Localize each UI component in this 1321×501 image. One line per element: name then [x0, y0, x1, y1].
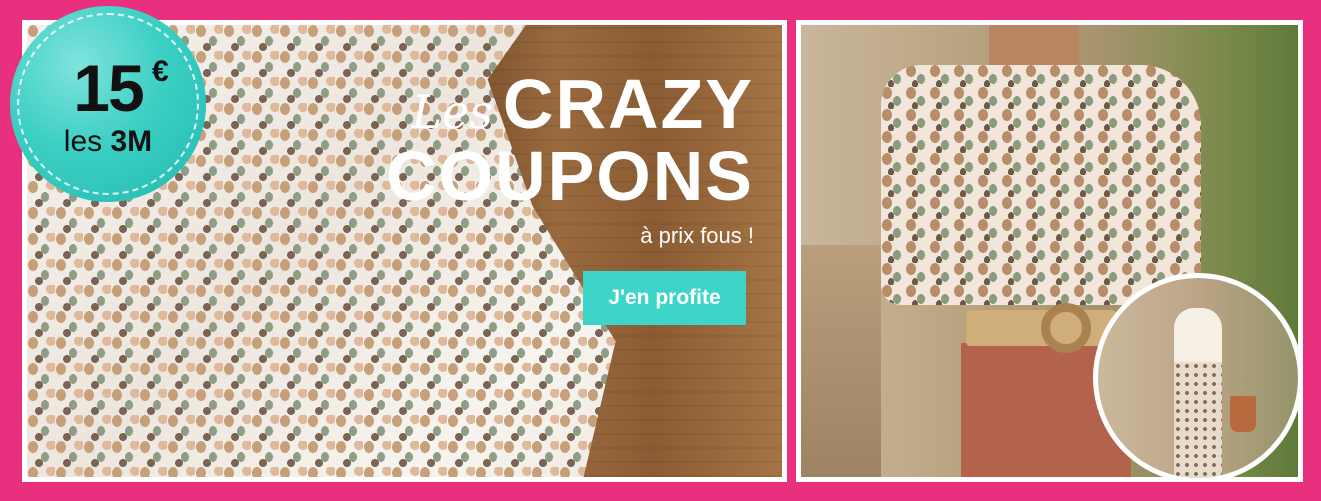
inset-model — [1174, 308, 1222, 478]
badge-currency: € — [152, 55, 169, 88]
badge-unit: les 3M — [64, 125, 152, 159]
price-badge: 15 € les 3M — [10, 6, 206, 202]
inset-photo[interactable] — [1093, 273, 1303, 482]
headline-crazy: CRAZY — [502, 65, 754, 143]
badge-price-value: 15 — [73, 51, 144, 125]
badge-price: 15 € — [73, 55, 168, 121]
headline: Les CRAZY COUPONS à prix fous ! — [386, 69, 754, 249]
inset-plant-pot — [1230, 396, 1256, 432]
badge-unit-bold: 3M — [110, 125, 153, 158]
headline-coupons: COUPONS — [386, 137, 754, 215]
headline-les: Les — [411, 85, 493, 139]
badge-unit-prefix: les — [63, 125, 103, 158]
belt-buckle — [1041, 303, 1091, 353]
headline-subtitle: à prix fous ! — [640, 223, 754, 248]
model-panel[interactable] — [796, 20, 1303, 482]
model-blouse — [881, 65, 1201, 305]
cta-button[interactable]: J'en profite — [583, 271, 746, 325]
stone-wall — [801, 245, 881, 477]
